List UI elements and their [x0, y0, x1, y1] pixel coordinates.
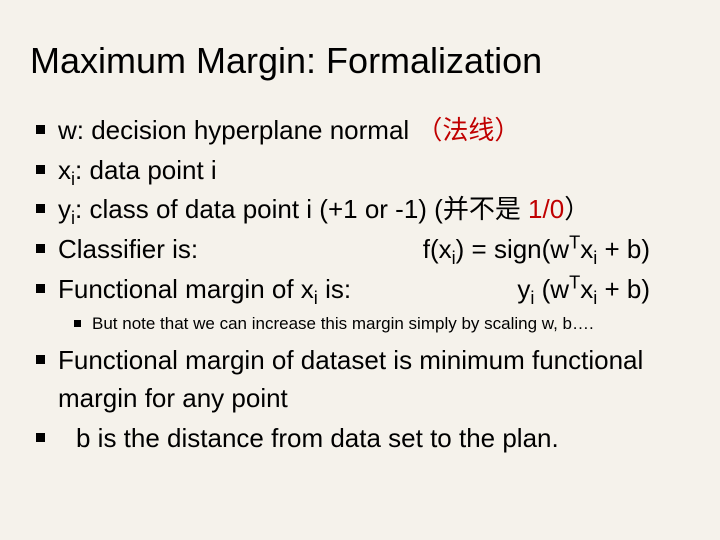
text: (w	[542, 274, 569, 304]
sub-bullet-list: But note that we can increase this margi…	[58, 312, 690, 336]
bullet-2: xi: data point i	[58, 152, 690, 190]
bullet-4: Classifier is: f(xi) = sign(wTxi + b)	[58, 231, 690, 269]
text-right: yi (wTxi + b)	[517, 271, 650, 309]
text-red: （法线）	[416, 115, 520, 145]
bullet-1: w: decision hyperplane normal （法线）	[58, 112, 690, 150]
text: y	[517, 274, 530, 304]
text	[534, 274, 541, 304]
text: x	[580, 274, 593, 304]
text: y	[58, 194, 71, 224]
slide: Maximum Margin: Formalization w: decisio…	[0, 0, 720, 540]
text: : data point i	[75, 155, 217, 185]
text: x	[580, 234, 593, 264]
bullet-3: yi: class of data point i (+1 or -1) (并不…	[58, 191, 690, 229]
text-red: 1/0	[528, 194, 564, 224]
superscript: T	[569, 232, 580, 252]
bullet-5: Functional margin of xi is: yi (wTxi + b…	[58, 271, 690, 336]
slide-title: Maximum Margin: Formalization	[30, 40, 690, 82]
text: f(x	[423, 234, 452, 264]
bullet-6: Functional margin of dataset is minimum …	[58, 342, 690, 417]
text-left: Functional margin of xi is:	[58, 271, 351, 309]
text: ）	[564, 194, 590, 224]
sub-bullet-1: But note that we can increase this margi…	[92, 312, 690, 336]
text: x	[58, 155, 71, 185]
text: is:	[318, 274, 351, 304]
row: Functional margin of xi is: yi (wTxi + b…	[58, 271, 690, 309]
text: w: decision hyperplane normal	[58, 115, 416, 145]
text-left: Classifier is:	[58, 231, 198, 269]
bullet-list: w: decision hyperplane normal （法线） xi: d…	[30, 112, 690, 457]
superscript: T	[569, 272, 580, 292]
text: : class of data point i (+1 or -1) (并不是	[75, 194, 528, 224]
row: Classifier is: f(xi) = sign(wTxi + b)	[58, 231, 690, 269]
text: ) = sign(w	[456, 234, 569, 264]
text-right: f(xi) = sign(wTxi + b)	[423, 231, 650, 269]
text: Functional margin of x	[58, 274, 314, 304]
bullet-7: b is the distance from data set to the p…	[58, 420, 690, 458]
text: b is the distance from data set to the p…	[58, 423, 559, 453]
text: + b)	[597, 234, 650, 264]
text: + b)	[597, 274, 650, 304]
